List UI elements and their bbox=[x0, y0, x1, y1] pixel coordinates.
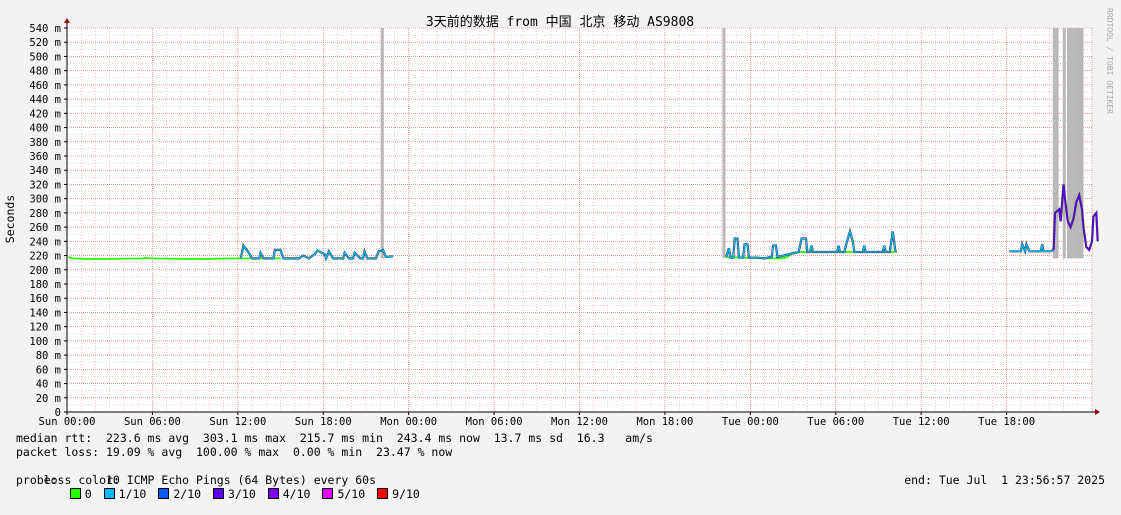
legend-label: 5/10 bbox=[337, 487, 366, 501]
y-tick-label: 460 m bbox=[29, 80, 61, 92]
x-tick-labels: Sun 00:00 Sun 06:00 Sun 12:00 Sun 18:00 Mon … bbox=[39, 416, 1035, 428]
legend-label: 9/10 bbox=[392, 487, 420, 501]
smokeping-graph: 0 20 m 40 m 60 m 80 m 100 m 120 m 140 m 160 m 180… bbox=[0, 0, 1121, 501]
y-tick-label: 220 m bbox=[29, 251, 61, 263]
latency-chart: 020 m40 m60 m80 m100 m120 m140 m160 m180… bbox=[3, 8, 1114, 428]
y-tick-label: 120 m bbox=[29, 322, 61, 334]
legend-label: 1/10 bbox=[118, 487, 147, 501]
x-tick-label: Sun 00:00 bbox=[39, 416, 96, 428]
watermark: RRDTOOL / TOBI OETIKER bbox=[1105, 8, 1114, 114]
y-tick-label: 500 m bbox=[29, 51, 61, 63]
legend-item: 4/10 bbox=[267, 487, 311, 501]
x-axis-arrow bbox=[1095, 409, 1100, 415]
y-tick-label: 340 m bbox=[29, 165, 61, 177]
smoke-spike bbox=[380, 28, 384, 259]
legend-label: 4/10 bbox=[282, 487, 311, 501]
chart-title: 3天前的数据 from 中国 北京 移动 AS9808 bbox=[426, 14, 694, 30]
y-tick-label: 400 m bbox=[29, 123, 61, 135]
y-tick-label: 200 m bbox=[29, 265, 61, 277]
x-tick-label: Mon 18:00 bbox=[636, 416, 693, 428]
smoke-spike bbox=[1075, 28, 1079, 259]
x-tick-label: Mon 00:00 bbox=[380, 416, 437, 428]
x-tick-label: Sun 12:00 bbox=[209, 416, 266, 428]
y-tick-label: 380 m bbox=[29, 137, 61, 149]
y-tick-label: 180 m bbox=[29, 279, 61, 291]
y-tick-label: 260 m bbox=[29, 222, 61, 234]
y-tick-label: 20 m bbox=[36, 393, 61, 405]
grid bbox=[66, 27, 1093, 413]
x-tick-label: Sun 18:00 bbox=[295, 416, 352, 428]
y-axis-label: Seconds bbox=[3, 195, 17, 243]
y-tick-label: 300 m bbox=[29, 194, 61, 206]
smoke-spike bbox=[1072, 28, 1076, 259]
y-tick-label: 60 m bbox=[36, 364, 61, 376]
legend-item: 5/10 bbox=[322, 487, 365, 501]
x-tick-label: Tue 06:00 bbox=[807, 416, 864, 428]
end-time: end: Tue Jul 1 23:56:57 2025 bbox=[904, 473, 1105, 487]
y-tick-label: 360 m bbox=[29, 151, 61, 163]
legend-item: 3/10 bbox=[213, 487, 256, 501]
y-tick-label: 80 m bbox=[36, 350, 61, 362]
y-axis-arrow bbox=[64, 18, 70, 23]
probe-line: probe: 10 ICMP Echo Pings (64 Bytes) eve… bbox=[16, 473, 377, 487]
smoke-spike bbox=[1055, 28, 1059, 259]
y-tick-labels: 020 m40 m60 m80 m100 m120 m140 m160 m180… bbox=[29, 23, 61, 419]
median-rtt-line: median rtt: 223.6 ms avg 303.1 ms max 21… bbox=[16, 431, 653, 445]
y-tick-label: 440 m bbox=[29, 94, 61, 106]
y-tick-label: 160 m bbox=[29, 293, 61, 305]
y-tick-label: 40 m bbox=[36, 379, 61, 391]
legend-item: 1/10 bbox=[103, 487, 147, 501]
legend-item: 9/10 bbox=[377, 487, 420, 501]
x-tick-label: Mon 06:00 bbox=[466, 416, 523, 428]
y-tick-label: 540 m bbox=[29, 23, 61, 35]
legend-items: 0 1/10 2/10 3/10 4/10 5/10 9/10 bbox=[69, 487, 432, 501]
y-tick-label: 420 m bbox=[29, 108, 61, 120]
y-tick-label: 320 m bbox=[29, 179, 61, 191]
x-tick-label: Tue 18:00 bbox=[978, 416, 1035, 428]
x-tick-label: Mon 12:00 bbox=[551, 416, 608, 428]
legend-label: 2/10 bbox=[173, 487, 202, 501]
y-tick-label: 520 m bbox=[29, 37, 61, 49]
smoke-spike bbox=[1062, 28, 1066, 259]
loss-color-legend: loss color: 0 1/10 2/10 3/10 4/10 5/10 9/10 bbox=[16, 459, 432, 515]
packet-loss-line: packet loss: 19.09 % avg 100.00 % max 0.… bbox=[16, 445, 453, 459]
y-tick-label: 480 m bbox=[29, 66, 61, 78]
y-tick-label: 240 m bbox=[29, 236, 61, 248]
y-tick-label: 140 m bbox=[29, 307, 61, 319]
legend-item: 2/10 bbox=[158, 487, 201, 501]
x-tick-label: Tue 00:00 bbox=[722, 416, 779, 428]
y-tick-label: 100 m bbox=[29, 336, 61, 348]
x-tick-label: Tue 12:00 bbox=[893, 416, 950, 428]
smoke-spike bbox=[722, 28, 726, 259]
x-tick-label: Sun 06:00 bbox=[124, 416, 181, 428]
legend-label: 0 bbox=[84, 487, 92, 501]
legend-item: 0 bbox=[69, 487, 92, 501]
legend-label: 3/10 bbox=[228, 487, 256, 501]
y-tick-label: 280 m bbox=[29, 208, 61, 220]
